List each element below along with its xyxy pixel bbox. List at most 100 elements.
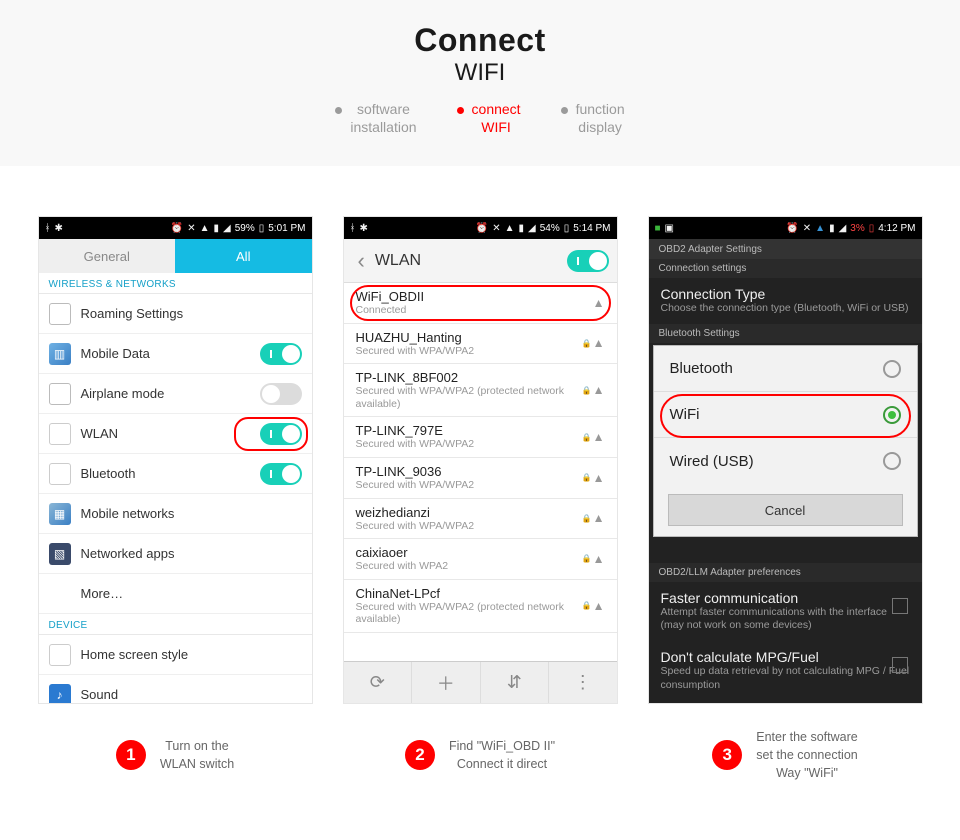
wifi-row[interactable]: caixiaoerSecured with WPA2🔒▲ bbox=[344, 539, 617, 580]
alarm-icon: ⏰ bbox=[171, 223, 183, 234]
option-wifi[interactable]: WiFi bbox=[654, 392, 917, 438]
dot-icon bbox=[335, 107, 342, 114]
radio-icon[interactable] bbox=[883, 406, 901, 424]
row-desc: Choose the connection type (Bluetooth, W… bbox=[661, 302, 910, 316]
wifi-row[interactable]: TP-LINK_8BF002Secured with WPA/WPA2 (pro… bbox=[344, 364, 617, 417]
bluetooth-icon: B bbox=[49, 463, 71, 485]
tab-general[interactable]: General bbox=[39, 239, 176, 273]
row-desc: Speed up data retrieval by not calculati… bbox=[661, 665, 910, 692]
wifi-signal-icon: 🔒▲ bbox=[582, 552, 605, 566]
wifi-icon: ▲ bbox=[200, 223, 210, 234]
back-icon[interactable]: ‹ bbox=[352, 248, 371, 274]
battery-icon: ▯ bbox=[259, 223, 265, 234]
wifi-icon: ▲ bbox=[505, 223, 515, 234]
option-bluetooth[interactable]: Bluetooth bbox=[654, 346, 917, 392]
caption-text: Find "WiFi_OBD II"Connect it direct bbox=[449, 737, 555, 773]
wifi-icon: ▲ bbox=[815, 223, 825, 234]
wps-icon[interactable]: ⇵ bbox=[481, 662, 550, 703]
tabs: General All bbox=[39, 239, 312, 273]
menu-icon[interactable]: ⋮ bbox=[549, 662, 617, 703]
toggle-mobile-data[interactable] bbox=[260, 343, 302, 365]
wifi-name: WiFi_OBDII bbox=[356, 289, 605, 304]
row-airplane[interactable]: ✈ Airplane mode bbox=[39, 374, 312, 414]
status-bar: ■ ▣ ⏰ ✕ ▲ ▮ ◢ 3% ▯ 4:12 PM bbox=[649, 217, 922, 239]
toggle-wlan-master[interactable] bbox=[567, 250, 609, 272]
signal-icon: ◢ bbox=[223, 223, 231, 234]
section-adapter: OBD2/LLM Adapter preferences bbox=[649, 563, 922, 582]
stepper-step-connect[interactable]: connectWIFI bbox=[457, 101, 521, 136]
row-mobile-networks[interactable]: ▦ Mobile networks bbox=[39, 494, 312, 534]
row-wlan[interactable]: ≋ WLAN bbox=[39, 414, 312, 454]
row-mobile-data[interactable]: ▥ Mobile Data bbox=[39, 334, 312, 374]
row-label: Sound bbox=[81, 687, 119, 702]
wifi-name: caixiaoer bbox=[356, 545, 605, 560]
section-device: DEVICE bbox=[39, 614, 312, 635]
wifi-row[interactable]: HUAZHU_HantingSecured with WPA/WPA2🔒▲ bbox=[344, 324, 617, 365]
phones-row: ᚼ ✱ ⏰ ✕ ▲ ▮ ◢ 59% ▯ 5:01 PM General All … bbox=[0, 166, 960, 714]
checkbox[interactable] bbox=[892, 657, 908, 673]
option-wired[interactable]: Wired (USB) bbox=[654, 438, 917, 484]
add-icon[interactable]: ＋ bbox=[412, 662, 481, 703]
row-networked-apps[interactable]: ▧ Networked apps bbox=[39, 534, 312, 574]
row-roaming[interactable]: ▲ Roaming Settings bbox=[39, 294, 312, 334]
wifi-signal-icon: 🔒▲ bbox=[582, 471, 605, 485]
wifi-row[interactable]: TP-LINK_797ESecured with WPA/WPA2🔒▲ bbox=[344, 417, 617, 458]
title-main: Connect bbox=[0, 22, 960, 59]
row-faster[interactable]: Faster communication Attempt faster comm… bbox=[649, 582, 922, 641]
row-label: Airplane mode bbox=[81, 386, 165, 401]
toggle-bluetooth[interactable] bbox=[260, 463, 302, 485]
row-bluetooth[interactable]: B Bluetooth bbox=[39, 454, 312, 494]
step-badge: 3 bbox=[712, 740, 742, 770]
caption-3: 3 Enter the softwareset the connectionWa… bbox=[648, 728, 923, 782]
wifi-name: TP-LINK_8BF002 bbox=[356, 370, 605, 385]
mute-icon: ✕ bbox=[187, 223, 195, 234]
wifi-row[interactable]: WiFi_OBDIIConnected▲ bbox=[344, 283, 617, 324]
row-desc: Attempt faster communications with the i… bbox=[661, 606, 910, 633]
network-icon: ▦ bbox=[49, 503, 71, 525]
tab-all[interactable]: All bbox=[175, 239, 312, 273]
wlan-title: WLAN bbox=[371, 252, 421, 270]
row-sound[interactable]: ♪ Sound bbox=[39, 675, 312, 703]
status-bar: ᚼ ✱ ⏰ ✕ ▲ ▮ ◢ 54% ▯ 5:14 PM bbox=[344, 217, 617, 239]
obd-body: OBD2 Adapter Settings Connection setting… bbox=[649, 239, 922, 703]
row-more[interactable]: More… bbox=[39, 574, 312, 614]
wifi-sub: Secured with WPA/WPA2 bbox=[356, 520, 605, 533]
toggle-wlan[interactable] bbox=[260, 423, 302, 445]
row-title: Don't calculate MPG/Fuel bbox=[661, 649, 910, 665]
toggle-airplane[interactable] bbox=[260, 383, 302, 405]
section-connection: Connection settings bbox=[649, 259, 922, 278]
radio-icon[interactable] bbox=[883, 360, 901, 378]
wifi-list[interactable]: WiFi_OBDIIConnected▲HUAZHU_HantingSecure… bbox=[344, 283, 617, 661]
row-mpg[interactable]: Don't calculate MPG/Fuel Speed up data r… bbox=[649, 641, 922, 700]
stepper-step-function[interactable]: functiondisplay bbox=[561, 101, 625, 136]
step-badge: 1 bbox=[116, 740, 146, 770]
row-connection-type[interactable]: Connection Type Choose the connection ty… bbox=[649, 278, 922, 324]
signal-icon: ▮ bbox=[829, 223, 835, 234]
stepper-step-software[interactable]: softwareinstallation bbox=[335, 101, 416, 136]
row-home-style[interactable]: ⌂ Home screen style bbox=[39, 635, 312, 675]
wifi-row[interactable]: weizhedianziSecured with WPA/WPA2🔒▲ bbox=[344, 499, 617, 540]
mobile-data-icon: ▥ bbox=[49, 343, 71, 365]
status-bar: ᚼ ✱ ⏰ ✕ ▲ ▮ ◢ 59% ▯ 5:01 PM bbox=[39, 217, 312, 239]
dot-icon bbox=[561, 107, 568, 114]
checkbox[interactable] bbox=[892, 598, 908, 614]
clock-text: 5:14 PM bbox=[573, 223, 610, 234]
radio-icon[interactable] bbox=[883, 452, 901, 470]
row-label: Mobile Data bbox=[81, 346, 150, 361]
settings-list[interactable]: WIRELESS & NETWORKS ▲ Roaming Settings ▥… bbox=[39, 273, 312, 703]
row-label: WLAN bbox=[81, 426, 119, 441]
wifi-name: TP-LINK_9036 bbox=[356, 464, 605, 479]
section-wireless: WIRELESS & NETWORKS bbox=[39, 273, 312, 294]
wifi-row[interactable]: ChinaNet-LPcfSecured with WPA/WPA2 (prot… bbox=[344, 580, 617, 633]
dot-icon bbox=[457, 107, 464, 114]
wifi-sub: Secured with WPA/WPA2 bbox=[356, 438, 605, 451]
wifi-sub: Secured with WPA/WPA2 bbox=[356, 479, 605, 492]
battery-icon: ▯ bbox=[564, 223, 570, 234]
cancel-button[interactable]: Cancel bbox=[668, 494, 903, 526]
bluetooth-icon: ✱ bbox=[360, 223, 368, 234]
wifi-sub: Connected bbox=[356, 304, 605, 317]
wifi-row[interactable]: TP-LINK_9036Secured with WPA/WPA2🔒▲ bbox=[344, 458, 617, 499]
apps-icon: ▧ bbox=[49, 543, 71, 565]
caption-text: Enter the softwareset the connectionWay … bbox=[756, 728, 857, 782]
refresh-icon[interactable]: ⟳ bbox=[344, 662, 413, 703]
